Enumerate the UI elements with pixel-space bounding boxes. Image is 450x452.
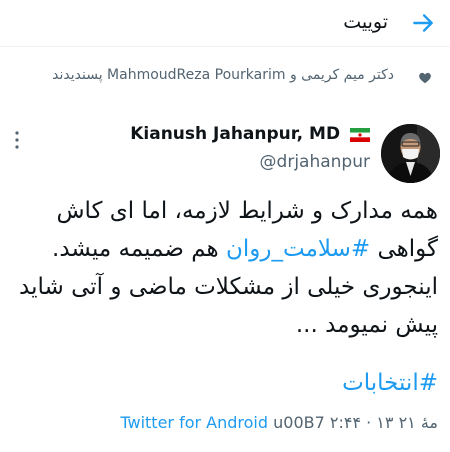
hashtag-link[interactable]: #سلامت_روان bbox=[226, 236, 370, 262]
heart-icon bbox=[419, 72, 431, 84]
tweet-meta: Twitter for Android u00B7 ۲:۴۴ · ۱۳ مهٔ … bbox=[120, 413, 438, 432]
page-title: توییت bbox=[343, 11, 388, 33]
author-name-row[interactable]: Kianush Jahanpur, MD bbox=[130, 124, 370, 144]
author-name: Kianush Jahanpur, MD bbox=[130, 124, 341, 144]
back-arrow-icon[interactable] bbox=[410, 10, 436, 36]
author-handle[interactable]: @drjahanpur bbox=[260, 152, 370, 172]
liked-by-text: دکتر میم کریمی و MahmoudReza Pourkarim پ… bbox=[52, 67, 394, 83]
tweet-source-link[interactable]: Twitter for Android bbox=[120, 413, 268, 432]
avatar[interactable] bbox=[381, 124, 440, 183]
iran-flag-icon bbox=[350, 128, 370, 142]
tweet: Kianush Jahanpur, MD @drjahanpur همه مدا… bbox=[0, 118, 450, 452]
tweet-text: همه مدارک و شرایط لازمه، اما ای کاش گواه… bbox=[12, 192, 438, 344]
avatar-photo-icon bbox=[381, 124, 440, 183]
tweet-timestamp: ۲:۴۴ · ۱۳ مهٔ ۲۱ bbox=[329, 413, 438, 432]
liked-by-row[interactable]: دکتر میم کریمی و MahmoudReza Pourkarim پ… bbox=[0, 64, 450, 112]
hashtag-link[interactable]: #انتخابات bbox=[342, 370, 438, 396]
more-options-icon[interactable] bbox=[14, 130, 20, 150]
meta-separator: u00B7 bbox=[273, 413, 325, 432]
app-header: توییت bbox=[0, 0, 450, 47]
